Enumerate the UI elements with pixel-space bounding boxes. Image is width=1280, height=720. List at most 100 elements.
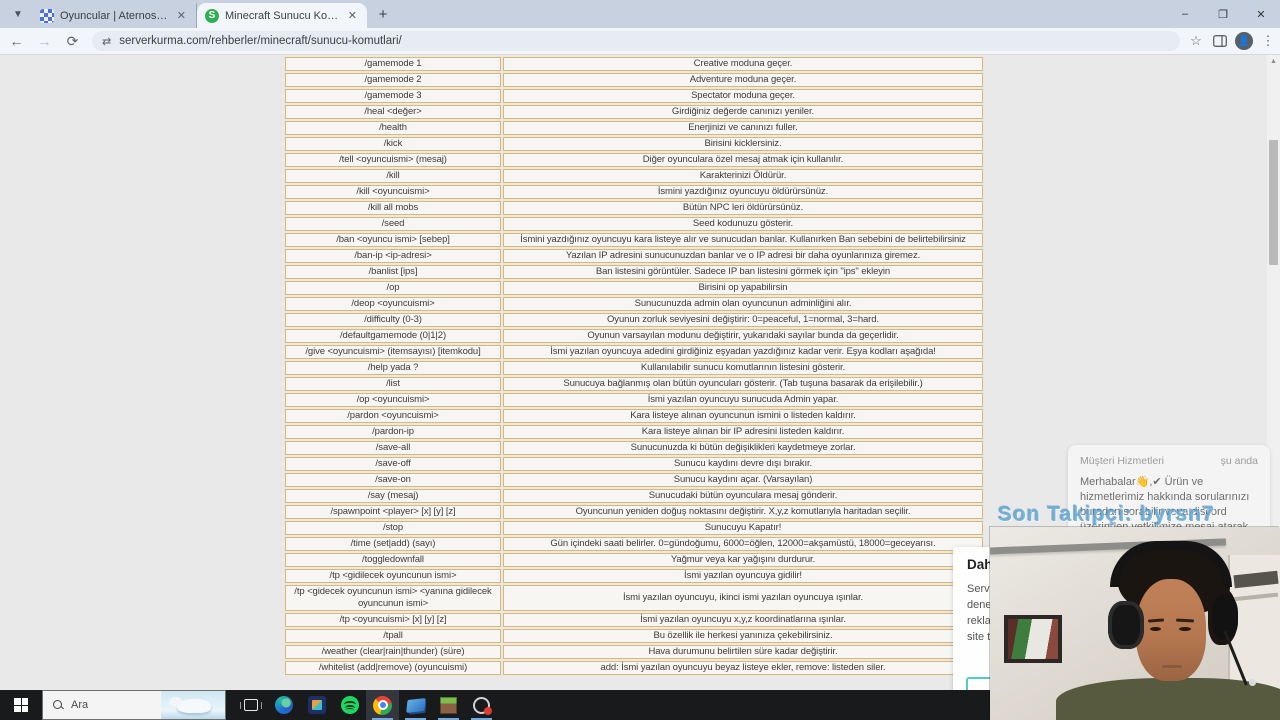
- headphone-mic-tip: [1249, 679, 1256, 686]
- command-name-cell: /toggledownfall: [285, 553, 501, 567]
- close-button[interactable]: ✕: [1242, 0, 1280, 28]
- taskbar-search-input[interactable]: Ara: [42, 690, 226, 720]
- table-row: /tpallBu özellik ile herkesi yanınıza çe…: [285, 629, 983, 643]
- tab-close-icon[interactable]: ✕: [346, 9, 359, 22]
- site-settings-icon[interactable]: ⇄: [102, 35, 111, 48]
- table-row: /deop <oyuncuismi>Sunucunuzda admin olan…: [285, 297, 983, 311]
- command-name-cell: /pardon <oyuncuismi>: [285, 409, 501, 423]
- table-row: /kickBirisini kicklersiniz.: [285, 137, 983, 151]
- table-row: /tp <gidilecek oyuncunun ismi>İsmi yazıl…: [285, 569, 983, 583]
- command-description-cell: Oyuncunun yeniden doğuş noktasını değişt…: [503, 505, 983, 519]
- chrome-icon: [373, 696, 392, 715]
- table-row: /killKarakterinizi Öldürür.: [285, 169, 983, 183]
- search-icon: [53, 700, 63, 710]
- command-description-cell: Oyunun zorluk seviyesini değiştirir: 0=p…: [503, 313, 983, 327]
- table-row: /save-onSunucu kaydını açar. (Varsayılan…: [285, 473, 983, 487]
- photos-app-button[interactable]: [300, 690, 333, 720]
- tab-search-button[interactable]: ▼: [6, 2, 30, 26]
- window-controls: – ❐ ✕: [1166, 0, 1280, 28]
- blue-app-icon: [406, 698, 426, 713]
- polar-bear-art: [177, 699, 211, 713]
- taskbar-icons: [234, 690, 498, 720]
- forward-button[interactable]: →: [33, 29, 56, 53]
- command-description-cell: Diğer oyunculara özel mesaj atmak için k…: [503, 153, 983, 167]
- side-panel-icon[interactable]: [1208, 29, 1232, 53]
- command-name-cell: /defaultgamemode (0|1|2): [285, 329, 501, 343]
- command-name-cell: /spawnpoint <player> [x] [y] [z]: [285, 505, 501, 519]
- new-tab-button[interactable]: +: [371, 2, 395, 26]
- command-description-cell: Bütün NPC leri öldürürsünüz.: [503, 201, 983, 215]
- command-name-cell: /time (set|add) (sayı): [285, 537, 501, 551]
- chat-agent-name: Müşteri Hizmetleri: [1080, 455, 1164, 467]
- scrollbar-thumb[interactable]: [1269, 140, 1278, 265]
- table-row: /gamemode 3Spectator moduna geçer.: [285, 89, 983, 103]
- tab-close-icon[interactable]: ✕: [175, 9, 188, 22]
- eye: [1179, 627, 1191, 631]
- eye: [1150, 627, 1161, 631]
- command-name-cell: /kick: [285, 137, 501, 151]
- command-description-cell: İsmi yazılan oyuncuya adedini girdiğiniz…: [503, 345, 983, 359]
- task-view-button[interactable]: [234, 690, 267, 720]
- commands-table: /gamemode 1Creative moduna geçer. /gamemo…: [283, 55, 985, 677]
- minecraft-app-button[interactable]: [432, 690, 465, 720]
- table-row: /tp <oyuncuismi> [x] [y] [z]İsmi yazılan…: [285, 613, 983, 627]
- recorder-app-button[interactable]: [465, 690, 498, 720]
- table-row: /gamemode 1Creative moduna geçer.: [285, 57, 983, 71]
- blue-app-button[interactable]: [399, 690, 432, 720]
- command-description-cell: Kara listeye alınan oyuncunun ismini o l…: [503, 409, 983, 423]
- command-name-cell: /gamemode 3: [285, 89, 501, 103]
- command-name-cell: /ban-ip <ip-adresi>: [285, 249, 501, 263]
- address-bar[interactable]: ⇄ serverkurma.com/rehberler/minecraft/su…: [92, 31, 1180, 51]
- table-row: /toggledownfallYağmur veya kar yağışını …: [285, 553, 983, 567]
- spotify-app-button[interactable]: [333, 690, 366, 720]
- tab-aternos[interactable]: Oyuncular | Aternos | Ücretsiz M ✕: [32, 3, 197, 28]
- search-highlight-art[interactable]: [161, 691, 225, 719]
- notification-dot: [484, 707, 492, 715]
- chat-timestamp: şu anda: [1221, 455, 1258, 467]
- command-name-cell: /tp <gidecek oyuncunun ismi> <yanına gid…: [285, 585, 501, 611]
- command-description-cell: Sunucudaki bütün oyunculara mesaj gönder…: [503, 489, 983, 503]
- command-description-cell: İsmini yazdığınız oyuncuyu öldürürsünüz.: [503, 185, 983, 199]
- table-row: /tell <oyuncuismi> (mesaj)Diğer oyuncula…: [285, 153, 983, 167]
- command-name-cell: /difficulty (0-3): [285, 313, 501, 327]
- edge-app-button[interactable]: [267, 690, 300, 720]
- command-description-cell: Yazılan IP adresini sunucunuzdan banlar …: [503, 249, 983, 263]
- minimize-button[interactable]: –: [1166, 0, 1204, 28]
- table-row: /tp <gidecek oyuncunun ismi> <yanına gid…: [285, 585, 983, 611]
- command-description-cell: İsmini yazdığınız oyuncuyu kara listeye …: [503, 233, 983, 247]
- command-description-cell: Oyunun varsayılan modunu değiştirir, yuk…: [503, 329, 983, 343]
- command-description-cell: Adventure moduna geçer.: [503, 73, 983, 87]
- table-row: /defaultgamemode (0|1|2)Oyunun varsayıla…: [285, 329, 983, 343]
- back-button[interactable]: ←: [5, 29, 28, 53]
- cabinet-slot: [1233, 571, 1278, 589]
- reload-button[interactable]: ⟳: [61, 29, 84, 53]
- command-name-cell: /tell <oyuncuismi> (mesaj): [285, 153, 501, 167]
- tab-title: Minecraft Sunucu Komutları - S: [225, 10, 340, 22]
- chrome-app-button[interactable]: [366, 690, 399, 720]
- start-button[interactable]: [0, 690, 42, 720]
- edge-icon: [275, 696, 293, 714]
- command-description-cell: İsmi yazılan oyuncuyu x,y,z koordinatlar…: [503, 613, 983, 627]
- table-row: /save-offSunucu kaydını devre dışı bırak…: [285, 457, 983, 471]
- bookmark-star-icon[interactable]: ☆: [1184, 29, 1208, 53]
- browser-menu-icon[interactable]: ⋮: [1256, 29, 1280, 53]
- command-name-cell: /kill all mobs: [285, 201, 501, 215]
- command-description-cell: İsmi yazılan oyuncuyu, ikinci ismi yazıl…: [503, 585, 983, 611]
- commands-table-body: /gamemode 1Creative moduna geçer. /gamemo…: [285, 57, 983, 675]
- scroll-up-icon[interactable]: ▲: [1269, 57, 1278, 66]
- restore-button[interactable]: ❐: [1204, 0, 1242, 28]
- command-name-cell: /pardon-ip: [285, 425, 501, 439]
- command-name-cell: /help yada ?: [285, 361, 501, 375]
- profile-avatar[interactable]: 👤: [1232, 29, 1256, 53]
- windows-logo-icon: [14, 698, 28, 712]
- table-row: /help yada ?Kullanılabilir sunucu komutl…: [285, 361, 983, 375]
- spotify-icon: [341, 696, 359, 714]
- command-description-cell: Karakterinizi Öldürür.: [503, 169, 983, 183]
- tab-title: Oyuncular | Aternos | Ücretsiz M: [60, 10, 169, 22]
- command-name-cell: /gamemode 2: [285, 73, 501, 87]
- command-description-cell: Hava durumunu belirtilen süre kadar deği…: [503, 645, 983, 659]
- tab-serverkurma[interactable]: S Minecraft Sunucu Komutları - S ✕: [197, 3, 367, 28]
- table-row: /banlist [ips]Ban listesini görüntüler. …: [285, 265, 983, 279]
- command-description-cell: add: İsmi yazılan oyuncuyu beyaz listeye…: [503, 661, 983, 675]
- url-text: serverkurma.com/rehberler/minecraft/sunu…: [119, 35, 401, 47]
